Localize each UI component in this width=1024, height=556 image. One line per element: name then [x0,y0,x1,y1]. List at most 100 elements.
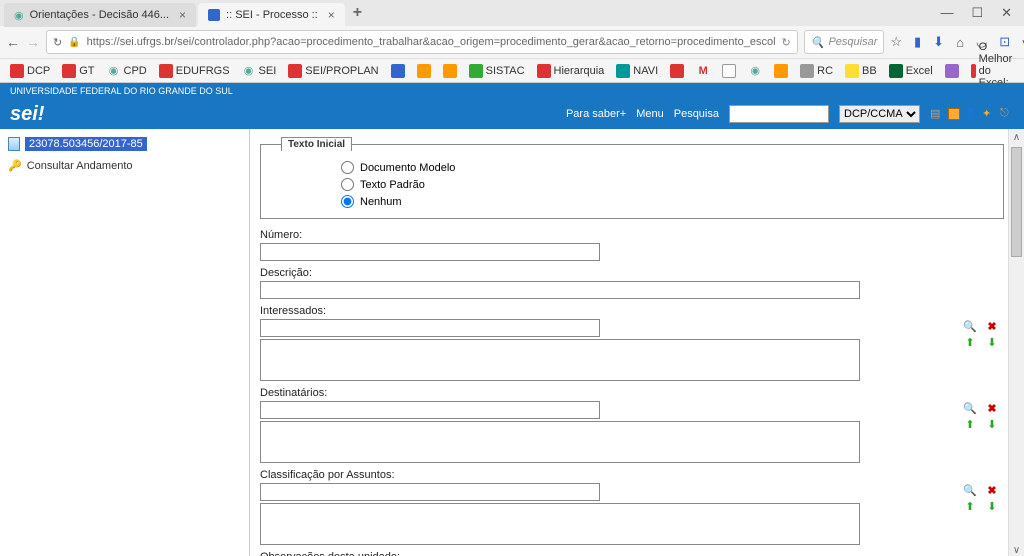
browser-search[interactable]: 🔍 Pesquisar [804,30,885,54]
toolbar-icon[interactable]: ▤ [930,107,944,121]
move-down-icon[interactable]: ⬇ [985,335,999,349]
minimize-button[interactable]: — [940,5,953,21]
browser-tab[interactable]: ◉ Orientações - Decisão 446... × [4,3,196,27]
process-number: 23078.503456/2017-85 [25,137,147,151]
bookmark-item[interactable]: SEI/PROPLAN [284,62,382,80]
bookmark-item[interactable] [941,62,963,80]
browser-chrome: ◉ Orientações - Decisão 446... × :: SEI … [0,0,1024,83]
search-icon[interactable]: 🔍 [963,483,977,497]
bookmark-star-icon[interactable]: ☆ [890,34,902,50]
delete-icon[interactable]: ✖ [985,401,999,415]
right-pane: Texto Inicial Documento Modelo Texto Pad… [250,129,1024,556]
delete-icon[interactable]: ✖ [985,483,999,497]
toolbar-icon[interactable] [948,108,960,120]
bookmark-item[interactable]: DCP [6,62,54,80]
bookmark-icon [62,64,76,78]
process-link[interactable]: 23078.503456/2017-85 [8,137,241,151]
bookmark-item[interactable]: SISTAC [465,62,529,80]
address-bar[interactable]: ↻ 🔒 https://sei.ufrgs.br/sei/controlador… [46,30,798,54]
numero-input[interactable] [260,243,600,261]
bookmark-item[interactable]: ◉CPD [103,62,151,80]
bookmark-item[interactable]: ◉SEI [238,62,281,80]
bookmark-icon [537,64,551,78]
scroll-up-icon[interactable]: ∧ [1009,129,1024,145]
unit-select[interactable]: DCP/CCMA [839,105,920,123]
bookmark-item[interactable]: NAVI [612,62,662,80]
browser-tab[interactable]: :: SEI - Processo :: × [198,3,345,27]
menu-link[interactable]: Menu [636,108,664,120]
bookmark-item[interactable]: Hierarquia [533,62,609,80]
interessados-input[interactable] [260,319,600,337]
toolbar-icon[interactable]: ⎋ [1000,107,1014,121]
pesquisa-input[interactable] [729,105,829,123]
gmail-icon: M [696,64,710,78]
bookmark-item[interactable]: Excel [885,62,937,80]
destinatarios-label: Destinatários: [260,387,1004,399]
bookmark-icon [10,64,24,78]
bookmark-item[interactable]: ◉ [744,62,766,80]
toolbar-icon[interactable]: 👤 [964,107,978,121]
lock-icon: 🔒 [68,37,80,48]
bookmark-item[interactable] [413,62,435,80]
bookmark-icon [945,64,959,78]
globe-icon: ◉ [242,64,256,78]
back-button[interactable]: ← [6,34,20,50]
maximize-button[interactable]: ☐ [971,5,983,21]
bookmark-item[interactable]: BB [841,62,881,80]
bookmark-item[interactable]: EDUFRGS [155,62,234,80]
descricao-input[interactable] [260,281,860,299]
bookmark-icon [845,64,859,78]
move-up-icon[interactable]: ⬆ [963,335,977,349]
tab-title: :: SEI - Processo :: [226,9,318,21]
radio-texto-padrao[interactable] [341,178,354,191]
close-icon[interactable]: × [179,8,186,22]
bookmark-item[interactable] [770,62,792,80]
bookmark-item[interactable] [387,62,409,80]
bookmark-item[interactable]: RC [796,62,837,80]
consultar-label: Consultar Andamento [27,160,133,172]
scrollbar[interactable]: ∧ ∨ [1008,129,1024,556]
radio-nenhum[interactable] [341,195,354,208]
download-icon[interactable]: ⬇ [933,34,944,50]
destinatarios-input[interactable] [260,401,600,419]
addon-icon[interactable]: ▮ [914,34,921,50]
scroll-thumb[interactable] [1011,147,1022,257]
search-icon[interactable]: 🔍 [963,319,977,333]
home-icon[interactable]: ⌂ [956,35,964,50]
bookmark-item[interactable] [439,62,461,80]
institution-bar: UNIVERSIDADE FEDERAL DO RIO GRANDE DO SU… [0,83,1024,99]
search-icon[interactable]: 🔍 [963,401,977,415]
scroll-down-icon[interactable]: ∨ [1009,542,1024,556]
descricao-label: Descrição: [260,267,1004,279]
bookmark-icon [417,64,431,78]
bookmark-item[interactable] [666,62,688,80]
para-saber-link[interactable]: Para saber+ [566,108,626,120]
new-tab-button[interactable]: + [353,4,362,22]
bookmark-item[interactable]: M [692,62,714,80]
reload-icon-2[interactable]: ↻ [782,36,791,49]
toolbar-icon[interactable]: ✦ [982,107,996,121]
forward-button[interactable]: → [26,34,40,50]
close-icon[interactable]: × [328,8,335,22]
reload-icon[interactable]: ↻ [53,36,62,49]
bookmark-item[interactable] [718,62,740,80]
close-window-button[interactable]: ✕ [1001,5,1012,21]
radio-documento-modelo[interactable] [341,161,354,174]
move-down-icon[interactable]: ⬇ [985,417,999,431]
bookmark-icon [391,64,405,78]
move-up-icon[interactable]: ⬆ [963,417,977,431]
bookmark-icon [616,64,630,78]
move-down-icon[interactable]: ⬇ [985,499,999,513]
search-icon: 🔍 [811,36,825,49]
bookmark-bar: DCP GT ◉CPD EDUFRGS ◉SEI SEI/PROPLAN SIS… [0,58,1024,82]
move-up-icon[interactable]: ⬆ [963,499,977,513]
consultar-andamento-link[interactable]: 🔑 Consultar Andamento [8,159,241,172]
bookmark-icon [469,64,483,78]
delete-icon[interactable]: ✖ [985,319,999,333]
interessados-list[interactable] [260,339,860,381]
classificacao-input[interactable] [260,483,600,501]
destinatarios-list[interactable] [260,421,860,463]
page-content: UNIVERSIDADE FEDERAL DO RIO GRANDE DO SU… [0,83,1024,556]
classificacao-list[interactable] [260,503,860,545]
bookmark-item[interactable]: GT [58,62,98,80]
